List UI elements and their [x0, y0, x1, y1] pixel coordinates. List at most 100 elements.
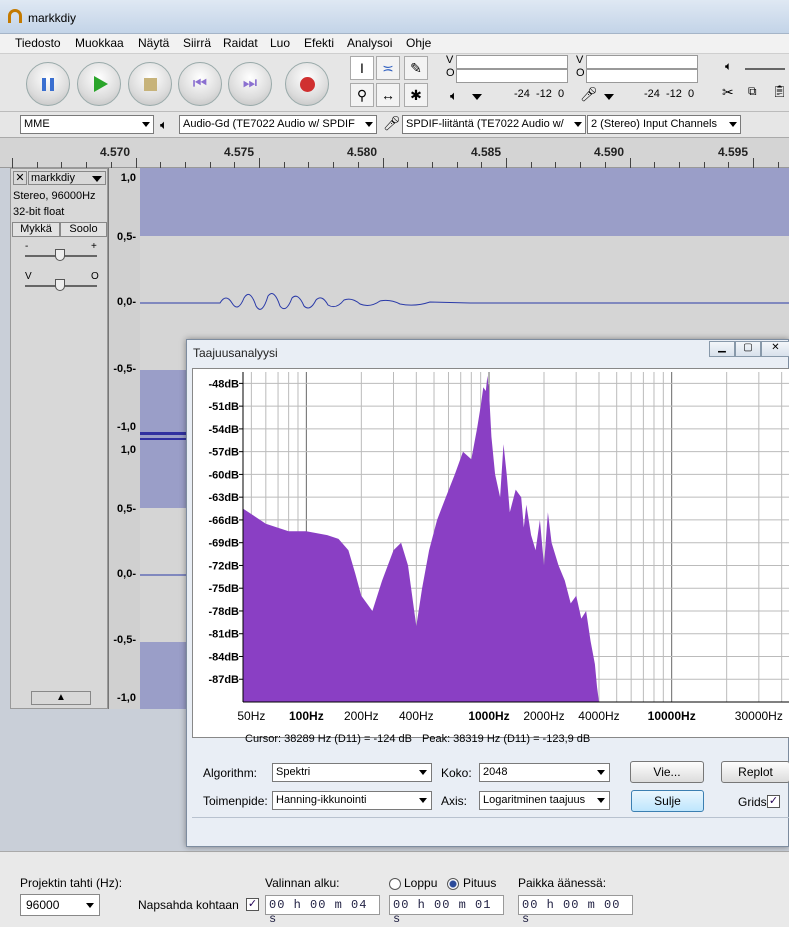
- output-device-select[interactable]: Audio-Gd (TE7022 Audio w/ SPDIF: [179, 115, 377, 134]
- scale-label: -0,5-: [113, 634, 136, 646]
- scale-label: 0,5-: [117, 231, 136, 243]
- ruler-tick: [12, 158, 13, 168]
- record-button[interactable]: [285, 62, 329, 106]
- record-icon: [299, 76, 315, 92]
- menu-generate[interactable]: Luo: [270, 36, 290, 50]
- window-title: markkdiy: [28, 11, 77, 25]
- chevron-down-icon: [419, 798, 427, 803]
- skip-end-button[interactable]: ⏭: [228, 62, 272, 106]
- close-window-button[interactable]: ✕: [761, 341, 789, 357]
- multi-tool[interactable]: ✱: [404, 83, 428, 107]
- close-icon: ✕: [771, 342, 780, 353]
- project-rate-select[interactable]: 96000: [20, 894, 100, 916]
- audio-host-select[interactable]: MME: [20, 115, 154, 134]
- ruler-label: 4.575: [224, 145, 255, 159]
- algorithm-label: Algorithm:: [203, 766, 258, 780]
- spectrum-chart: -48dB -51dB -54dB -57dB -60dB -63dB -66dB -69dB…: [208, 372, 789, 723]
- skip-end-icon: ⏭: [242, 75, 258, 92]
- dialog-title: Taajuusanalyysi: [193, 346, 278, 360]
- snap-to-checkbox[interactable]: ✓: [246, 898, 259, 911]
- audio-position-label: Paikka äänessä:: [518, 876, 607, 890]
- audio-position-time[interactable]: 00 h 00 m 00 s: [518, 895, 633, 926]
- ruler-tick: [135, 158, 137, 168]
- mute-button[interactable]: Mykkä: [12, 222, 60, 237]
- y-tick-label: -66dB: [208, 515, 239, 527]
- selection-tool[interactable]: I: [350, 56, 374, 80]
- menu-help[interactable]: Ohje: [406, 36, 431, 50]
- end-radio[interactable]: [389, 878, 401, 890]
- solo-button[interactable]: Soolo: [60, 222, 107, 237]
- y-tick-label: -57dB: [208, 447, 239, 459]
- y-tick-label: -60dB: [208, 469, 239, 481]
- draw-tool[interactable]: ✎: [404, 56, 428, 80]
- playback-meter-l: [456, 55, 568, 69]
- collapse-track-button[interactable]: ▲: [31, 691, 91, 705]
- input-device-value: SPDIF-liitäntä (TE7022 Audio w/: [406, 118, 564, 130]
- function-select[interactable]: Hanning-ikkunointi: [272, 791, 432, 810]
- y-tick-label: -78dB: [208, 606, 239, 618]
- playback-meter-scale: -24 -12 0: [514, 88, 565, 100]
- y-tick-label: -72dB: [208, 560, 239, 572]
- selection-start-time[interactable]: 00 h 00 m 04 s: [265, 895, 380, 926]
- stop-button[interactable]: [128, 62, 172, 106]
- replot-button[interactable]: Replot: [721, 761, 789, 783]
- track-close-button[interactable]: ✕: [13, 171, 27, 185]
- project-rate-label: Projektin tahti (Hz):: [20, 876, 123, 890]
- scale-label: 0,5-: [117, 503, 136, 515]
- menu-transport[interactable]: Siirrä: [183, 36, 211, 50]
- pause-button[interactable]: [26, 62, 70, 106]
- menu-tracks[interactable]: Raidat: [223, 36, 258, 50]
- selection-start-label: Valinnan alku:: [265, 876, 340, 890]
- input-channels-select[interactable]: 2 (Stereo) Input Channels: [587, 115, 741, 134]
- size-value: 2048: [483, 766, 508, 778]
- zoom-tool[interactable]: ⚲: [350, 83, 374, 107]
- y-tick-label: -69dB: [208, 538, 239, 550]
- scale-label: -0,5-: [113, 363, 136, 375]
- grids-checkbox[interactable]: ✓: [767, 795, 780, 808]
- length-radio[interactable]: [447, 878, 459, 890]
- playback-meter-dropdown-icon[interactable]: [472, 94, 482, 100]
- menu-file[interactable]: Tiedosto: [15, 36, 61, 50]
- length-radio-label: Pituus: [463, 876, 497, 890]
- track-name-menu[interactable]: markkdiy: [28, 171, 106, 185]
- cut-button[interactable]: ✂: [722, 84, 742, 104]
- play-button[interactable]: [77, 62, 121, 106]
- input-device-microphone-icon: 🎤︎: [383, 115, 401, 131]
- speaker-icon: 🔈︎: [450, 88, 458, 103]
- playback-meter-label-l: V: [446, 54, 454, 66]
- cursor-readout: Cursor: 38289 Hz (D11) = -124 dB: [245, 733, 413, 745]
- record-meter-dropdown-icon[interactable]: [604, 94, 614, 100]
- export-button[interactable]: Vie...: [630, 761, 704, 783]
- close-button[interactable]: Sulje: [631, 790, 704, 812]
- pan-slider-thumb[interactable]: [55, 279, 65, 291]
- ruler-label: 4.570: [100, 145, 131, 159]
- maximize-button[interactable]: ▢: [735, 341, 761, 357]
- axis-select[interactable]: Logaritminen taajuus: [479, 791, 610, 810]
- peak-readout: Peak: 38319 Hz (D11) = -123,9 dB: [422, 733, 591, 745]
- input-device-select[interactable]: SPDIF-liitäntä (TE7022 Audio w/: [402, 115, 586, 134]
- envelope-tool[interactable]: ≍: [376, 56, 400, 80]
- y-tick-label: -63dB: [208, 492, 239, 504]
- menu-edit[interactable]: Muokkaa: [75, 36, 124, 50]
- algorithm-select[interactable]: Spektri: [272, 763, 432, 782]
- timeline-ruler[interactable]: 4.570 4.575 4.580 4.585 4.590 4.595: [0, 138, 789, 168]
- selection-length-time[interactable]: 00 h 00 m 01 s: [389, 895, 504, 926]
- menu-view[interactable]: Näytä: [138, 36, 169, 50]
- skip-start-button[interactable]: ⏮: [178, 62, 222, 106]
- size-select[interactable]: 2048: [479, 763, 610, 782]
- paste-button[interactable]: 📋︎: [772, 84, 789, 104]
- minimize-button[interactable]: ▁: [709, 341, 735, 357]
- output-volume-slider[interactable]: [745, 68, 785, 70]
- spectrum-plot-frame: -48dB -51dB -54dB -57dB -60dB -63dB -66dB -69dB…: [192, 368, 789, 738]
- ibeam-icon: I: [360, 60, 364, 76]
- gain-slider-thumb[interactable]: [55, 249, 65, 261]
- chevron-down-icon: [92, 176, 102, 182]
- pan-right-label: O: [91, 271, 99, 282]
- chevron-down-icon: [597, 798, 605, 803]
- audio-host-value: MME: [24, 118, 50, 130]
- x-tick-label: 4000Hz: [578, 709, 619, 723]
- timeshift-tool[interactable]: ↔: [376, 83, 400, 107]
- copy-button[interactable]: ⧉: [748, 84, 768, 104]
- menu-analyze[interactable]: Analysoi: [347, 36, 392, 50]
- menu-effect[interactable]: Efekti: [304, 36, 334, 50]
